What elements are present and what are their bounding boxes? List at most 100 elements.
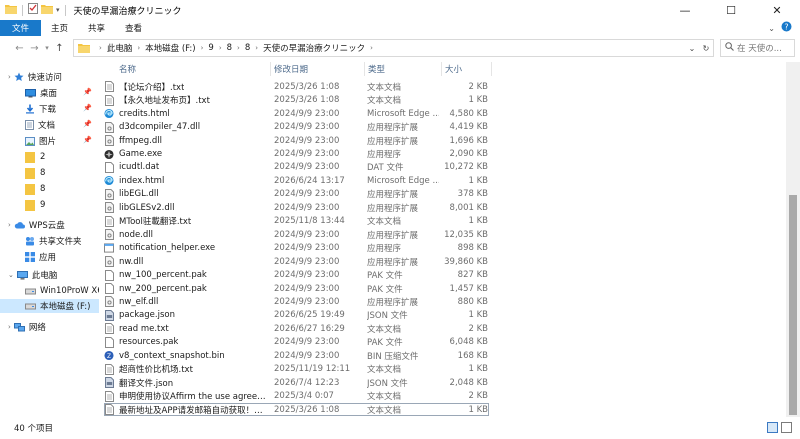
file-date: 2026/7/4 12:23 bbox=[274, 377, 340, 388]
large-icons-view-icon[interactable] bbox=[781, 422, 792, 433]
tab-share[interactable]: 共享 bbox=[78, 20, 115, 36]
file-row[interactable]: nw_200_percent.pak 2024/9/9 23:00 PAK 文件 1,… bbox=[104, 282, 489, 296]
pin-icon[interactable]: 📌 bbox=[83, 104, 92, 112]
file-row[interactable]: icudtl.dat 2024/9/9 23:00 DAT 文件 10,272 KB bbox=[104, 161, 489, 175]
breadcrumb-item[interactable]: 本地磁盘 (F:) bbox=[145, 42, 195, 54]
nav-documents[interactable]: 文档 bbox=[25, 118, 55, 132]
file-name-cell: read me.txt bbox=[104, 322, 269, 336]
forward-button[interactable]: → bbox=[27, 38, 42, 58]
file-row[interactable]: index.html 2026/6/24 13:17 Microsoft Edge … bbox=[104, 174, 489, 188]
tab-home[interactable]: 主页 bbox=[41, 20, 78, 36]
close-button[interactable]: ✕ bbox=[754, 0, 800, 20]
file-row[interactable]: resources.pak 2024/9/9 23:00 PAK 文件 6,048 K… bbox=[104, 336, 489, 350]
address-bar[interactable]: › 此电脑 › 本地磁盘 (F:) › 9 › 8 › 8 › 天使の早漏治療ク… bbox=[73, 39, 714, 57]
properties-check-icon[interactable] bbox=[28, 3, 38, 17]
column-header-date[interactable]: 修改日期 bbox=[274, 62, 308, 76]
file-type: 文本文档 bbox=[367, 324, 402, 335]
file-row[interactable]: 申明使用协议Affirm the use agreemen... 2025/3/4… bbox=[104, 389, 489, 403]
column-divider[interactable] bbox=[441, 62, 442, 76]
expand-chevron-icon[interactable]: › bbox=[8, 221, 11, 229]
file-row[interactable]: libEGL.dll 2024/9/9 23:00 应用程序扩展 378 KB bbox=[104, 188, 489, 202]
column-divider[interactable] bbox=[491, 62, 492, 76]
nav-folder-9[interactable]: 9 bbox=[25, 198, 45, 212]
column-divider[interactable] bbox=[364, 62, 365, 76]
breadcrumb-item[interactable]: 此电脑 bbox=[107, 42, 133, 54]
file-row[interactable]: node.dll 2024/9/9 23:00 应用程序扩展 12,035 KB bbox=[104, 228, 489, 242]
help-icon[interactable]: ? bbox=[781, 21, 792, 35]
back-button[interactable]: ← bbox=[12, 38, 27, 58]
nav-desktop[interactable]: 桌面 bbox=[25, 86, 57, 100]
nav-pictures[interactable]: 图片 bbox=[25, 134, 56, 148]
nav-quick-access[interactable]: › 快速访问 bbox=[8, 70, 62, 84]
nav-network[interactable]: › 网络 bbox=[8, 320, 46, 334]
file-row[interactable]: 翻译文件.json 2026/7/4 12:23 JSON 文件 2,048 KB bbox=[104, 376, 489, 390]
file-row[interactable]: Game.exe 2024/9/9 23:00 应用程序 2,090 KB bbox=[104, 147, 489, 161]
nav-folder-8b[interactable]: 8 bbox=[25, 182, 45, 196]
recent-locations-button[interactable]: ▾ bbox=[42, 38, 52, 58]
expand-chevron-icon[interactable]: ⌄ bbox=[8, 271, 14, 279]
file-row[interactable]: 超商性价比机场.txt 2025/11/19 12:11 文本文档 1 KB bbox=[104, 362, 489, 376]
column-divider[interactable] bbox=[270, 62, 271, 76]
file-row[interactable]: package.json 2026/6/25 19:49 JSON 文件 1 KB bbox=[104, 309, 489, 323]
breadcrumb-item[interactable]: 天使の早漏治療クリニック bbox=[263, 42, 365, 54]
refresh-button[interactable]: ↻ bbox=[699, 44, 713, 53]
maximize-button[interactable]: ☐ bbox=[708, 0, 754, 20]
breadcrumb-item[interactable]: 9 bbox=[208, 43, 213, 53]
chevron-right-icon[interactable]: › bbox=[99, 44, 102, 52]
file-row[interactable]: 【永久地址发布页】.txt 2025/3/26 1:08 文本文档 1 KB bbox=[104, 93, 489, 107]
nav-label: 8 bbox=[40, 184, 46, 194]
scrollbar-thumb[interactable] bbox=[789, 195, 797, 415]
nav-drive-c[interactable]: Win10ProW X64 (C bbox=[25, 284, 99, 298]
file-row[interactable]: libGLESv2.dll 2024/9/9 23:00 应用程序扩展 8,001 K… bbox=[104, 201, 489, 215]
file-row[interactable]: nw_elf.dll 2024/9/9 23:00 应用程序扩展 880 KB bbox=[104, 295, 489, 309]
breadcrumb-item[interactable]: 8 bbox=[227, 43, 232, 53]
expand-chevron-icon[interactable]: › bbox=[8, 73, 11, 81]
chevron-right-icon[interactable]: › bbox=[237, 44, 240, 52]
nav-shared-folder[interactable]: 共享文件夹 bbox=[25, 234, 82, 248]
file-row[interactable]: credits.html 2024/9/9 23:00 Microsoft Edge… bbox=[104, 107, 489, 121]
new-folder-icon[interactable] bbox=[41, 4, 53, 17]
dll-file-icon bbox=[104, 202, 114, 214]
file-row[interactable]: read me.txt 2026/6/27 16:29 文本文档 2 KB bbox=[104, 322, 489, 336]
chevron-right-icon[interactable]: › bbox=[201, 44, 204, 52]
file-row[interactable]: Zv8_context_snapshot.bin 2024/9/9 23:00 BI… bbox=[104, 349, 489, 363]
file-row[interactable]: 最新地址及APP请发邮箱自动获取！！！... 2025/3/26 1:08 文本文档… bbox=[104, 402, 489, 417]
window-controls: — ☐ ✕ bbox=[662, 0, 800, 20]
file-row[interactable]: notification_helper.exe 2024/9/9 23:00 应用程… bbox=[104, 241, 489, 255]
column-header-size[interactable]: 大小 bbox=[445, 62, 462, 76]
chevron-right-icon[interactable]: › bbox=[219, 44, 222, 52]
nav-apps[interactable]: 应用 bbox=[25, 250, 56, 264]
search-box[interactable]: 在 天使の... bbox=[720, 39, 795, 57]
nav-downloads[interactable]: 下载 bbox=[25, 102, 56, 116]
column-header-name[interactable]: 名称 bbox=[119, 62, 136, 76]
up-button[interactable]: ↑ bbox=[52, 38, 67, 58]
nav-drive-f[interactable]: 本地磁盘 (F:) bbox=[0, 299, 99, 313]
minimize-button[interactable]: — bbox=[662, 0, 708, 20]
navigation-bar: ← → ▾ ↑ › 此电脑 › 本地磁盘 (F:) › 9 › 8 › 8 › … bbox=[0, 36, 800, 60]
tab-view[interactable]: 查看 bbox=[115, 20, 152, 36]
pin-icon[interactable]: 📌 bbox=[83, 120, 92, 128]
expand-ribbon-icon[interactable]: ⌄ bbox=[768, 24, 775, 33]
chevron-right-icon[interactable]: › bbox=[137, 44, 140, 52]
nav-folder-8[interactable]: 8 bbox=[25, 166, 45, 180]
chevron-down-icon[interactable]: ▾ bbox=[56, 6, 60, 14]
file-row[interactable]: ffmpeg.dll 2024/9/9 23:00 应用程序扩展 1,696 KB bbox=[104, 134, 489, 148]
file-row[interactable]: d3dcompiler_47.dll 2024/9/9 23:00 应用程序扩展 4,… bbox=[104, 120, 489, 134]
nav-folder-2[interactable]: 2 bbox=[25, 150, 45, 164]
file-row[interactable]: 【论坛介绍】.txt 2025/3/26 1:08 文本文档 2 KB bbox=[104, 80, 489, 94]
chevron-right-icon[interactable]: › bbox=[255, 44, 258, 52]
chevron-right-icon[interactable]: › bbox=[370, 44, 373, 52]
file-row[interactable]: MTool驻載翻译.txt 2025/11/8 13:44 文本文档 1 KB bbox=[104, 215, 489, 229]
file-row[interactable]: nw_100_percent.pak 2024/9/9 23:00 PAK 文件 82… bbox=[104, 268, 489, 282]
tab-file[interactable]: 文件 bbox=[0, 20, 42, 36]
address-dropdown-button[interactable]: ⌄ bbox=[685, 44, 699, 53]
details-view-icon[interactable] bbox=[767, 422, 778, 433]
breadcrumb-item[interactable]: 8 bbox=[245, 43, 250, 53]
column-header-type[interactable]: 类型 bbox=[368, 62, 385, 76]
pin-icon[interactable]: 📌 bbox=[83, 88, 92, 96]
expand-chevron-icon[interactable]: › bbox=[8, 323, 11, 331]
file-row[interactable]: nw.dll 2024/9/9 23:00 应用程序扩展 139,860 KB bbox=[104, 255, 489, 269]
nav-this-pc[interactable]: ⌄ 此电脑 bbox=[8, 268, 57, 282]
pin-icon[interactable]: 📌 bbox=[83, 136, 92, 144]
nav-wps-cloud[interactable]: › WPS云盘 bbox=[8, 218, 65, 232]
